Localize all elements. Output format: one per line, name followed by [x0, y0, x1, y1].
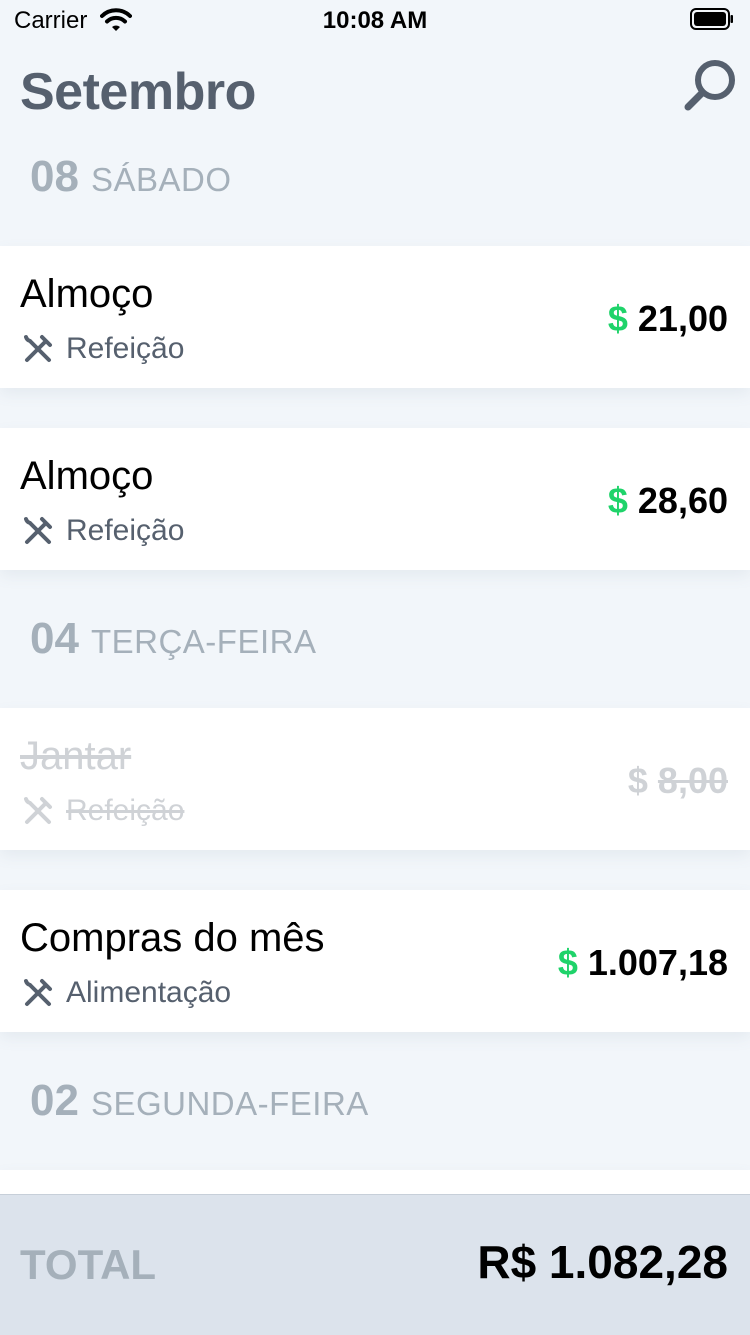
transaction-row[interactable]: Almoço Refeição $ 28,60 — [0, 428, 750, 570]
battery-icon — [690, 8, 733, 30]
transaction-amount: $ 1.007,18 — [558, 942, 728, 984]
transaction-row-disabled[interactable]: Jantar Refeição $ 8,00 — [0, 708, 750, 850]
section-header: 08 SÁBADO — [30, 152, 232, 212]
transaction-title: Jantar — [20, 734, 132, 778]
fork-knife-icon — [24, 797, 52, 824]
transaction-category: Refeição — [22, 794, 184, 828]
status-bar: Carrier 10:08 AM — [0, 0, 750, 40]
fork-knife-icon — [24, 335, 52, 362]
transaction-title: Almoço — [20, 454, 154, 498]
amount-value: 1.007,18 — [587, 942, 728, 983]
transaction-title: Compras do mês — [20, 916, 325, 960]
category-label: Refeição — [66, 794, 185, 827]
currency-symbol: $ — [627, 760, 648, 801]
amount-value: 21,00 — [637, 298, 728, 339]
page-title: Setembro — [20, 63, 256, 121]
section-weekday: TERÇA-FEIRA — [90, 623, 317, 660]
total-label: TOTAL — [20, 1241, 157, 1288]
total-value: R$ 1.082,28 — [477, 1236, 728, 1288]
status-time: 10:08 AM — [322, 7, 428, 34]
search-button[interactable] — [680, 56, 740, 116]
section-header: 02 SEGUNDA-FEIRA — [30, 1076, 369, 1136]
transaction-amount: $ 8,00 — [628, 760, 728, 802]
fork-knife-icon — [24, 979, 52, 1006]
section-header: 04 TERÇA-FEIRA — [30, 614, 316, 674]
transaction-title: Almoço — [20, 272, 154, 316]
search-icon — [684, 60, 735, 111]
currency-symbol: $ — [607, 480, 628, 521]
transaction-row[interactable]: Almoço Refeição $ 21,00 — [0, 246, 750, 388]
section-weekday: SÁBADO — [90, 161, 232, 198]
currency-symbol: $ — [557, 942, 578, 983]
amount-value: 8,00 — [657, 760, 728, 801]
section-day: 08 — [30, 152, 79, 201]
total-footer: TOTAL R$ 1.082,28 — [0, 1194, 750, 1335]
currency-symbol: $ — [607, 298, 628, 339]
section-day: 04 — [30, 614, 79, 663]
transaction-amount: $ 21,00 — [608, 298, 728, 340]
transaction-category: Refeição — [22, 514, 184, 548]
category-label: Refeição — [66, 514, 185, 547]
amount-value: 28,60 — [637, 480, 728, 521]
section-weekday: SEGUNDA-FEIRA — [90, 1085, 369, 1122]
transaction-category: Refeição — [22, 332, 184, 366]
transaction-category: Alimentação — [22, 976, 231, 1010]
section-day: 02 — [30, 1076, 79, 1125]
transaction-row[interactable]: Compras do mês Alimentação $ 1.007,18 — [0, 890, 750, 1032]
fork-knife-icon — [24, 517, 52, 544]
category-label: Alimentação — [66, 976, 232, 1009]
category-label: Refeição — [66, 332, 185, 365]
transaction-amount: $ 28,60 — [608, 480, 728, 522]
